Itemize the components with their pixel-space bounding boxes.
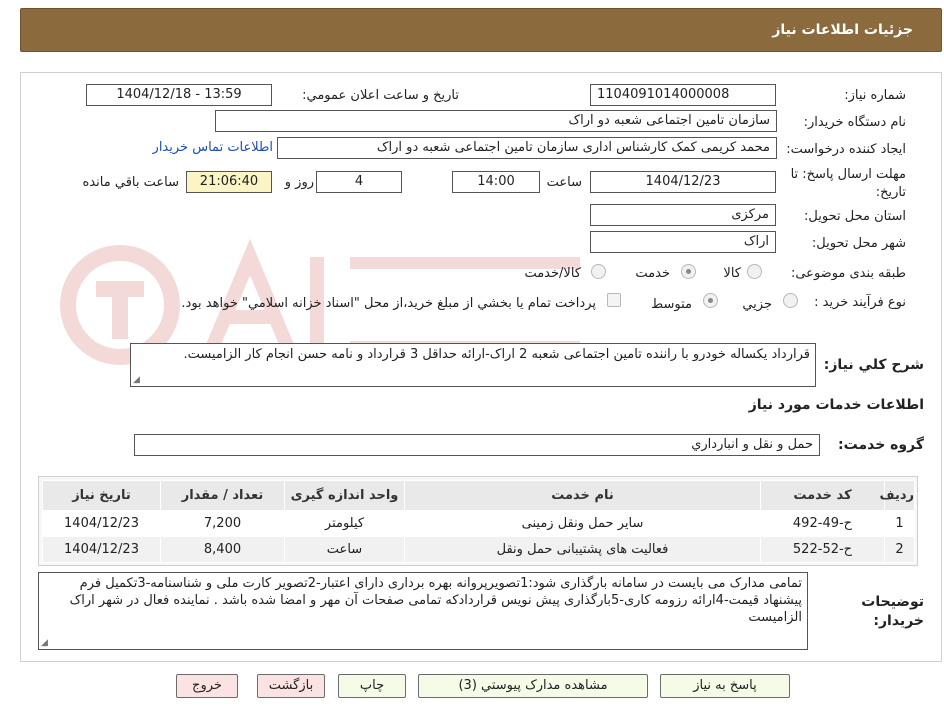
- reply-button[interactable]: پاسخ به نياز: [660, 674, 790, 698]
- city-label: شهر محل تحويل:: [811, 236, 906, 251]
- table-cell: ساعت: [284, 536, 405, 563]
- treasury-note: پرداخت تمام يا بخشي از مبلغ خريد،از محل …: [181, 296, 596, 311]
- table-header: کد خدمت: [760, 480, 885, 511]
- table-cell: 1: [884, 510, 915, 537]
- table-cell: سایر حمل ونقل زمینی: [404, 510, 761, 537]
- announce-datetime-label: تاریخ و ساعت اعلان عمومي:: [302, 88, 459, 103]
- table-cell: کیلومتر: [284, 510, 405, 537]
- buyer-contact-link[interactable]: اطلاعات تماس خريدار: [153, 140, 273, 155]
- process-medium-radio[interactable]: [703, 293, 718, 308]
- table-cell: 1404/12/23: [42, 510, 161, 537]
- buyer-notes-label-2: خريدار:: [873, 613, 924, 629]
- resize-grip-icon: ◢: [133, 375, 140, 385]
- category-service-label: خدمت: [635, 266, 670, 281]
- city-field: اراک: [590, 231, 776, 253]
- days-label: روز و: [284, 175, 314, 190]
- table-cell: فعالیت های پشتیبانی حمل ونقل: [404, 536, 761, 563]
- announce-datetime-field: 1404/12/18 - 13:59: [86, 84, 272, 106]
- back-button[interactable]: بازگشت: [257, 674, 325, 698]
- description-textarea[interactable]: قرارداد یکساله خودرو با راننده تامین اجت…: [130, 343, 816, 387]
- category-goods-label: کالا: [723, 266, 741, 281]
- table-header-row: رديف کد خدمت نام خدمت واحد اندازه گيری ت…: [42, 480, 915, 511]
- buyer-notes-text: تمامی مدارک می بایست در سامانه بارگذاری …: [69, 576, 802, 625]
- table-cell: 8,400: [160, 536, 285, 563]
- time-remaining-label: ساعت باقي مانده: [82, 175, 179, 190]
- process-partial-radio[interactable]: [783, 293, 798, 308]
- resize-grip-icon: ◢: [41, 638, 48, 648]
- deadline-label-date: تاريخ:: [875, 185, 906, 200]
- table-header: واحد اندازه گيری: [284, 480, 405, 511]
- requester-field: محمد کریمی کمک کارشناس اداری سازمان تامی…: [277, 137, 777, 159]
- days-remaining-field: 4: [316, 171, 402, 193]
- buyer-org-field: سازمان تامین اجتماعی شعبه دو اراک: [215, 110, 777, 132]
- buyer-notes-label: توضيحات: [861, 594, 924, 610]
- category-goods-service-radio[interactable]: [591, 264, 606, 279]
- table-header: تعداد / مقدار: [160, 480, 285, 511]
- table-cell: ح-49-492: [760, 510, 885, 537]
- category-goods-radio[interactable]: [747, 264, 762, 279]
- service-group-label: گروه خدمت:: [838, 437, 924, 453]
- page-title: جزئیات اطلاعات نیاز: [772, 22, 913, 38]
- province-field: مرکزی: [590, 204, 776, 226]
- province-label: استان محل تحويل:: [804, 209, 906, 224]
- services-table-container: رديف کد خدمت نام خدمت واحد اندازه گيری ت…: [38, 476, 918, 566]
- services-section-title: اطلاعات خدمات مورد نياز: [748, 397, 924, 413]
- need-number-field: 1104091014000008: [590, 84, 776, 106]
- category-label: طبقه بندی موضوعی:: [790, 266, 906, 281]
- attachments-button[interactable]: مشاهده مدارک پيوستي (3): [418, 674, 648, 698]
- buyer-org-label: نام دستگاه خريدار:: [803, 115, 906, 130]
- service-group-field: حمل و نقل و انبارداري: [134, 434, 820, 456]
- need-number-label: شماره نیاز:: [844, 88, 906, 103]
- table-row: 1 ح-49-492 سایر حمل ونقل زمینی کیلومتر 7…: [42, 510, 915, 537]
- table-cell: 7,200: [160, 510, 285, 537]
- page-header: جزئیات اطلاعات نیاز: [20, 8, 942, 52]
- exit-button[interactable]: خروج: [176, 674, 238, 698]
- deadline-time-field: 14:00: [452, 171, 540, 193]
- description-label: شرح کلي نياز:: [823, 357, 924, 373]
- table-header: تاريخ نياز: [42, 480, 161, 511]
- table-header: رديف: [879, 480, 915, 511]
- print-button[interactable]: چاپ: [338, 674, 406, 698]
- category-service-radio[interactable]: [681, 264, 696, 279]
- requester-label: ايجاد کننده درخواست:: [786, 142, 906, 157]
- category-goods-service-label: کالا/خدمت: [524, 266, 581, 281]
- buyer-notes-textarea[interactable]: تمامی مدارک می بایست در سامانه بارگذاری …: [38, 572, 808, 650]
- deadline-label: مهلت ارسال پاسخ: تا: [790, 167, 906, 182]
- table-row: 2 ح-52-522 فعالیت های پشتیبانی حمل ونقل …: [42, 536, 915, 563]
- deadline-date-field: 1404/12/23: [590, 171, 776, 193]
- process-partial-label: جزيي: [742, 297, 772, 312]
- table-cell: 2: [884, 536, 915, 563]
- table-header: نام خدمت: [404, 480, 761, 511]
- table-cell: 1404/12/23: [42, 536, 161, 563]
- time-remaining-field: 21:06:40: [186, 171, 272, 193]
- services-table: رديف کد خدمت نام خدمت واحد اندازه گيری ت…: [42, 480, 915, 563]
- table-cell: ح-52-522: [760, 536, 885, 563]
- description-text: قرارداد یکساله خودرو با راننده تامین اجت…: [183, 347, 810, 362]
- deadline-time-label: ساعت: [546, 175, 582, 190]
- process-label: نوع فرآيند خريد :: [814, 295, 906, 310]
- treasury-checkbox[interactable]: [607, 293, 621, 307]
- process-medium-label: متوسط: [651, 297, 692, 312]
